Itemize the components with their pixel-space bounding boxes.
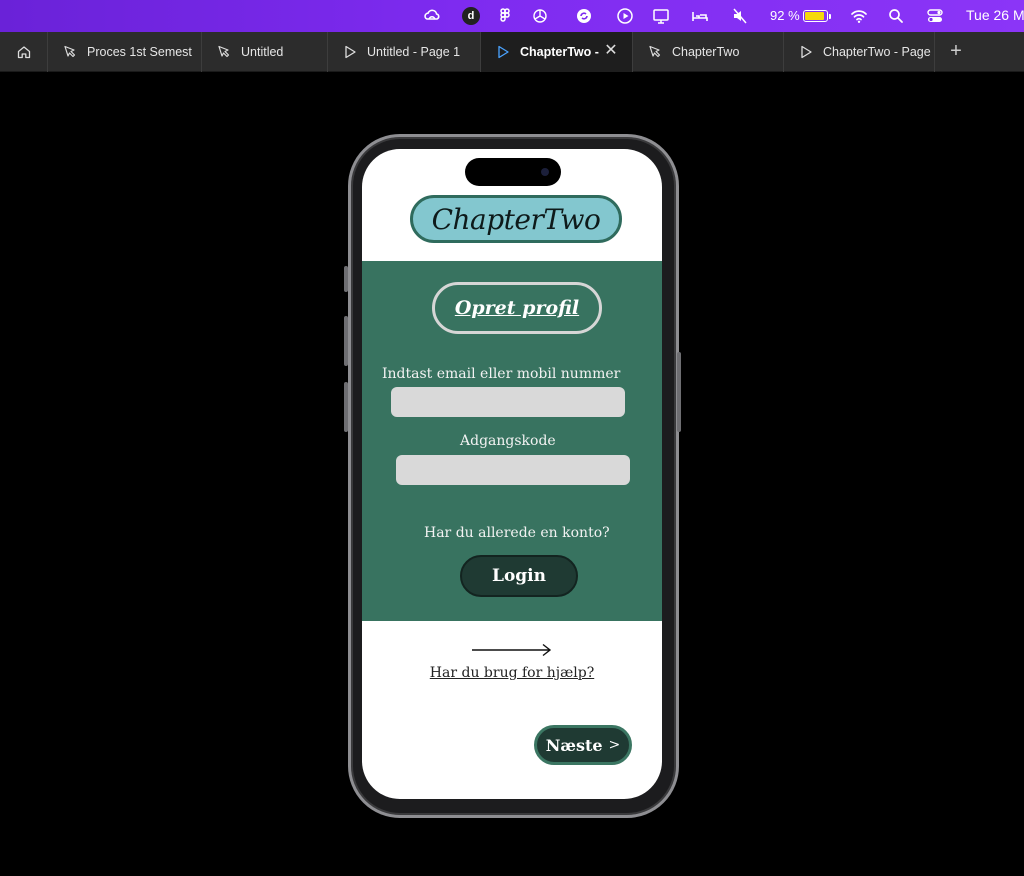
mute-icon[interactable] [731,7,749,25]
arrow-right-icon [472,643,552,657]
prototype-play-icon [798,44,814,60]
create-profile-link[interactable]: Opret profil [432,282,602,334]
tab-chaptertwo-prototype-active[interactable]: ChapterTwo - ✕ [481,32,633,72]
tab-chaptertwo-file[interactable]: ChapterTwo [633,32,784,72]
play-icon[interactable] [616,7,634,25]
battery-level [805,12,825,20]
bed-icon[interactable] [691,7,709,25]
help-link[interactable]: Har du brug for hjælp? [362,665,662,681]
prototype-screen: ChapterTwo Opret profil Indtast email el… [362,149,662,799]
prototype-play-icon [495,44,511,60]
control-center-icon[interactable] [926,7,944,25]
phone-power-button [677,352,681,432]
search-icon[interactable] [887,7,905,25]
next-button-label: Næste [545,735,603,755]
tab-untitled[interactable]: Untitled [202,32,328,72]
menubar-clock[interactable]: Tue 26 M [966,7,1024,23]
prototype-play-icon [342,44,358,60]
creative-cloud-icon[interactable] [423,7,441,25]
tab-proces-1st-semester[interactable]: Proces 1st Semest [48,32,202,72]
tab-chaptertwo-page[interactable]: ChapterTwo - Page [784,32,935,72]
sync-icon[interactable] [575,7,593,25]
password-label: Adgangskode [460,433,556,449]
login-button[interactable]: Login [460,555,578,597]
chaptertwo-logo: ChapterTwo [410,195,622,243]
signup-panel: Opret profil Indtast email eller mobil n… [362,261,662,621]
phone-volume-up-button [344,316,348,366]
home-tab[interactable] [0,32,48,72]
figma-file-icon [62,44,78,60]
wifi-icon[interactable] [850,7,868,25]
battery-icon[interactable] [803,10,831,22]
display-icon[interactable] [652,7,670,25]
chatgpt-icon[interactable] [531,7,549,25]
password-field[interactable] [396,455,630,485]
close-icon[interactable]: ✕ [604,43,618,59]
figma-file-icon [216,44,232,60]
macos-menu-bar: d 92 % Tue 26 M [0,0,1024,32]
tab-label: Proces 1st Semest [87,45,192,59]
figma-file-icon [647,44,663,60]
tab-label: ChapterTwo - [520,45,599,59]
have-account-text: Har du allerede en konto? [424,525,610,541]
tab-label: Untitled [241,45,284,59]
chevron-right-icon: > [608,737,621,753]
phone-action-button [344,266,348,292]
camera-dot [541,168,549,176]
next-button[interactable]: Næste > [534,725,632,765]
figma-icon[interactable] [496,7,514,25]
tab-label: ChapterTwo - Page [823,45,931,59]
tab-untitled-page-1[interactable]: Untitled - Page 1 [328,32,481,72]
dynamic-island [465,158,561,186]
email-label: Indtast email eller mobil nummer [382,366,621,382]
email-field[interactable] [391,387,625,417]
phone-volume-down-button [344,382,348,432]
tab-label: ChapterTwo [672,45,740,59]
d-app-letter: d [467,10,475,22]
tab-label: Untitled - Page 1 [367,45,461,59]
home-icon [17,46,30,59]
add-tab-button[interactable]: + [945,40,967,62]
d-app-icon[interactable]: d [462,7,480,25]
battery-percent: 92 % [770,8,800,23]
tab-bar: Proces 1st Semest Untitled Untitled - Pa… [0,32,1024,72]
